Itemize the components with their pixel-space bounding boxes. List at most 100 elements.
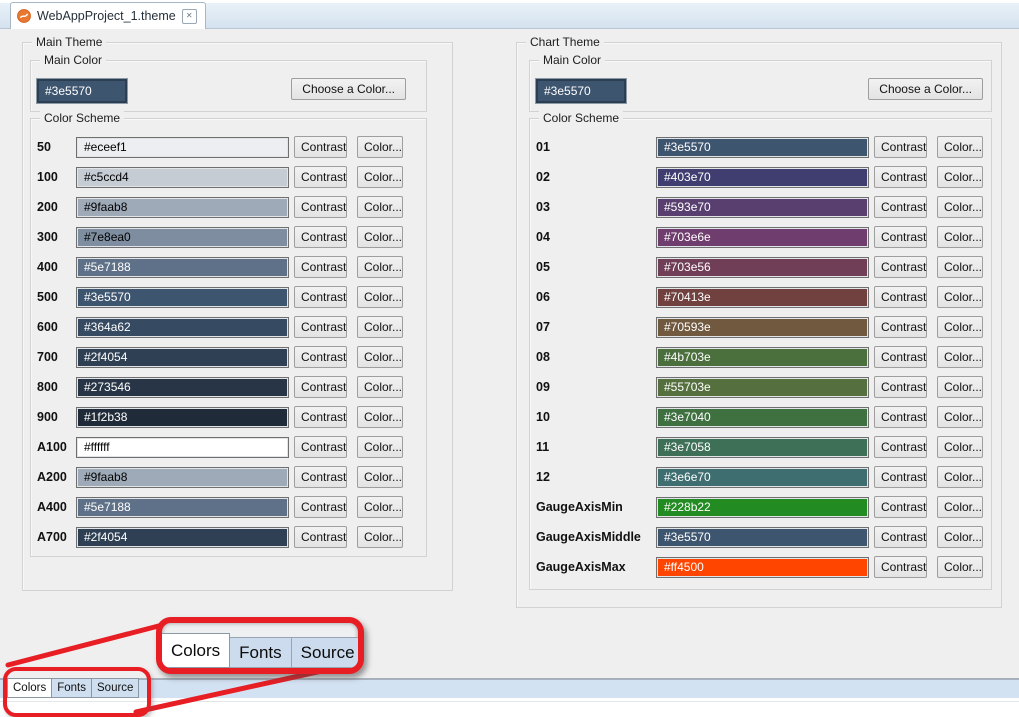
color-swatch-field[interactable]: #3e7058	[656, 437, 869, 458]
contrast-button[interactable]: Contrast	[294, 316, 347, 338]
color-swatch-field[interactable]: #2f4054	[76, 527, 289, 548]
color-picker-button[interactable]: Color...	[937, 346, 983, 368]
contrast-button[interactable]: Contrast	[874, 316, 927, 338]
color-swatch-field[interactable]: #5e7188	[76, 497, 289, 518]
color-picker-button[interactable]: Color...	[357, 256, 403, 278]
color-picker-button[interactable]: Color...	[357, 226, 403, 248]
contrast-button[interactable]: Contrast	[874, 376, 927, 398]
contrast-button[interactable]: Contrast	[874, 196, 927, 218]
contrast-button[interactable]: Contrast	[294, 256, 347, 278]
color-picker-button[interactable]: Color...	[937, 376, 983, 398]
contrast-button[interactable]: Contrast	[874, 226, 927, 248]
contrast-button[interactable]: Contrast	[294, 376, 347, 398]
color-picker-button[interactable]: Color...	[357, 376, 403, 398]
color-swatch-field[interactable]: #ff4500	[656, 557, 869, 578]
contrast-button[interactable]: Contrast	[294, 196, 347, 218]
page-tab-fonts[interactable]: Fonts	[51, 678, 92, 698]
color-picker-button[interactable]: Color...	[937, 166, 983, 188]
contrast-button[interactable]: Contrast	[874, 436, 927, 458]
color-picker-button[interactable]: Color...	[357, 436, 403, 458]
contrast-button[interactable]: Contrast	[874, 136, 927, 158]
color-picker-button[interactable]: Color...	[937, 496, 983, 518]
page-tab-colors[interactable]: Colors	[7, 678, 52, 698]
color-picker-button[interactable]: Color...	[357, 196, 403, 218]
contrast-button[interactable]: Contrast	[294, 526, 347, 548]
color-picker-button[interactable]: Color...	[357, 406, 403, 428]
color-swatch-field[interactable]: #eceef1	[76, 137, 289, 158]
color-swatch-field[interactable]: #c5ccd4	[76, 167, 289, 188]
color-swatch-field[interactable]: #3e5570	[656, 527, 869, 548]
color-swatch-field[interactable]: #1f2b38	[76, 407, 289, 428]
color-swatch-field[interactable]: #403e70	[656, 167, 869, 188]
choose-color-button[interactable]: Choose a Color...	[291, 78, 406, 100]
color-swatch-field[interactable]: #703e6e	[656, 227, 869, 248]
color-picker-button[interactable]: Color...	[937, 466, 983, 488]
contrast-button[interactable]: Contrast	[294, 346, 347, 368]
color-swatch-field[interactable]: #9faab8	[76, 467, 289, 488]
color-scheme-row: 10#3e7040ContrastColor...	[536, 402, 987, 432]
color-picker-button[interactable]: Color...	[937, 226, 983, 248]
color-swatch-field[interactable]: #273546	[76, 377, 289, 398]
color-row-label: 50	[37, 140, 76, 154]
color-picker-button[interactable]: Color...	[937, 316, 983, 338]
color-picker-button[interactable]: Color...	[937, 556, 983, 578]
color-picker-button[interactable]: Color...	[357, 466, 403, 488]
contrast-button[interactable]: Contrast	[874, 526, 927, 548]
color-swatch-field[interactable]: #5e7188	[76, 257, 289, 278]
contrast-button[interactable]: Contrast	[874, 406, 927, 428]
color-swatch-field[interactable]: #3e5570	[656, 137, 869, 158]
contrast-button[interactable]: Contrast	[294, 286, 347, 308]
color-swatch-field[interactable]: #3e5570	[76, 287, 289, 308]
contrast-button[interactable]: Contrast	[294, 496, 347, 518]
color-picker-button[interactable]: Color...	[357, 286, 403, 308]
color-row-label: 01	[536, 140, 656, 154]
color-swatch-field[interactable]: #593e70	[656, 197, 869, 218]
contrast-button[interactable]: Contrast	[874, 166, 927, 188]
page-tab-source[interactable]: Source	[91, 678, 139, 698]
color-picker-button[interactable]: Color...	[357, 166, 403, 188]
color-swatch-field[interactable]: #364a62	[76, 317, 289, 338]
color-swatch-field[interactable]: #7e8ea0	[76, 227, 289, 248]
contrast-button[interactable]: Contrast	[294, 436, 347, 458]
contrast-button[interactable]: Contrast	[874, 466, 927, 488]
color-swatch-field[interactable]: #9faab8	[76, 197, 289, 218]
color-picker-button[interactable]: Color...	[357, 496, 403, 518]
color-picker-button[interactable]: Color...	[937, 436, 983, 458]
contrast-button[interactable]: Contrast	[294, 226, 347, 248]
color-picker-button[interactable]: Color...	[937, 196, 983, 218]
color-picker-button[interactable]: Color...	[937, 526, 983, 548]
color-swatch-field[interactable]: #ffffff	[76, 437, 289, 458]
color-swatch-field[interactable]: #228b22	[656, 497, 869, 518]
contrast-button[interactable]: Contrast	[294, 406, 347, 428]
color-swatch-field[interactable]: #55703e	[656, 377, 869, 398]
color-swatch-field[interactable]: #3e7040	[656, 407, 869, 428]
main-color-swatch-field[interactable]: #3e5570	[536, 79, 626, 103]
color-swatch-field[interactable]: #2f4054	[76, 347, 289, 368]
contrast-button[interactable]: Contrast	[294, 466, 347, 488]
close-icon[interactable]: ✕	[182, 9, 197, 24]
color-picker-button[interactable]: Color...	[357, 136, 403, 158]
color-swatch-field[interactable]: #70593e	[656, 317, 869, 338]
main-color-swatch-field[interactable]: #3e5570	[37, 79, 127, 103]
contrast-button[interactable]: Contrast	[294, 136, 347, 158]
color-picker-button[interactable]: Color...	[937, 256, 983, 278]
color-swatch-field[interactable]: #703e56	[656, 257, 869, 278]
contrast-button[interactable]: Contrast	[294, 166, 347, 188]
color-swatch-field[interactable]: #70413e	[656, 287, 869, 308]
contrast-button[interactable]: Contrast	[874, 256, 927, 278]
contrast-button[interactable]: Contrast	[874, 286, 927, 308]
color-picker-button[interactable]: Color...	[937, 406, 983, 428]
color-picker-button[interactable]: Color...	[937, 286, 983, 308]
color-picker-button[interactable]: Color...	[937, 136, 983, 158]
color-swatch-field[interactable]: #3e6e70	[656, 467, 869, 488]
contrast-button[interactable]: Contrast	[874, 346, 927, 368]
editor-tab-theme-file[interactable]: WebAppProject_1.theme ✕	[10, 2, 206, 29]
color-swatch-field[interactable]: #4b703e	[656, 347, 869, 368]
contrast-button[interactable]: Contrast	[874, 496, 927, 518]
color-picker-button[interactable]: Color...	[357, 346, 403, 368]
choose-color-button[interactable]: Choose a Color...	[868, 78, 983, 100]
color-scheme-row: GaugeAxisMin#228b22ContrastColor...	[536, 492, 987, 522]
color-picker-button[interactable]: Color...	[357, 316, 403, 338]
contrast-button[interactable]: Contrast	[874, 556, 927, 578]
color-picker-button[interactable]: Color...	[357, 526, 403, 548]
